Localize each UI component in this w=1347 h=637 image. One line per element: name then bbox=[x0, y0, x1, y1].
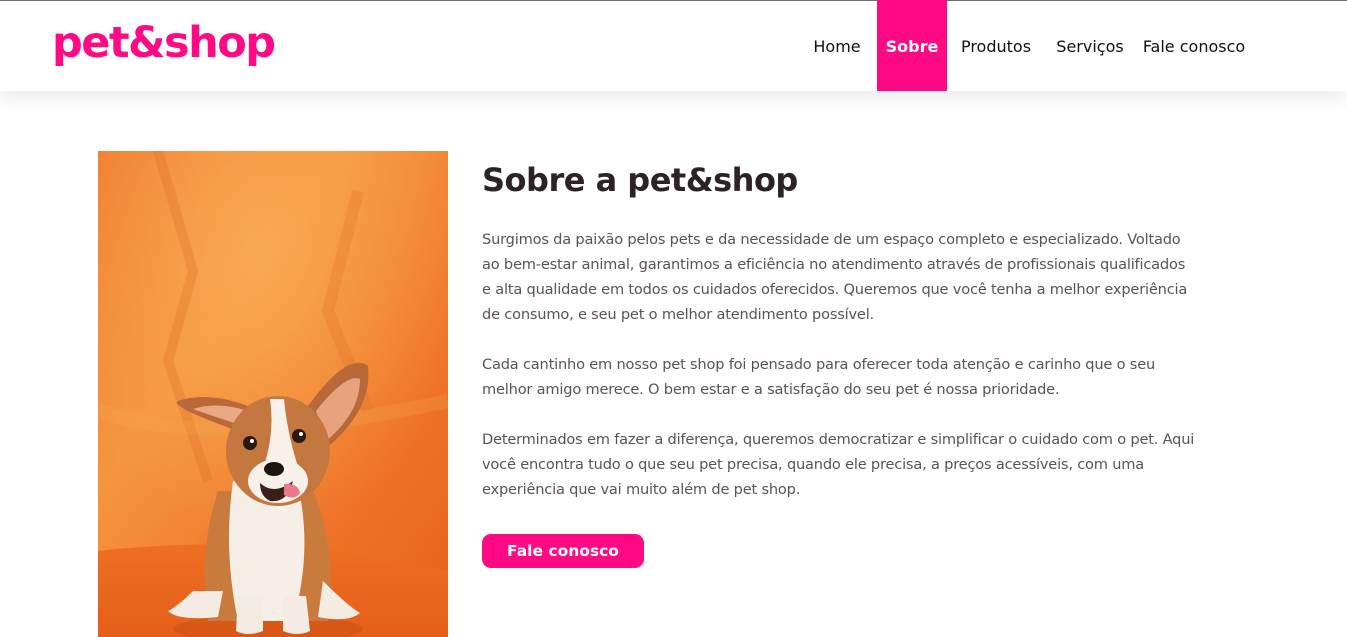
nav-item-home[interactable]: Home bbox=[806, 0, 868, 91]
page: pet&shop Home Sobre Produtos Serviços Fa… bbox=[0, 0, 1347, 637]
nav-item-servicos[interactable]: Serviços bbox=[1050, 0, 1130, 91]
about-title: Sobre a pet&shop bbox=[482, 161, 798, 199]
logo[interactable]: pet&shop bbox=[52, 13, 276, 73]
about-paragraph-2: Cada cantinho em nosso pet shop foi pens… bbox=[482, 356, 1156, 398]
puppy-photo bbox=[98, 151, 448, 637]
about-paragraph-3: Determinados em fazer a diferença, quere… bbox=[482, 431, 1195, 498]
site-header: pet&shop Home Sobre Produtos Serviços Fa… bbox=[0, 0, 1347, 91]
fale-conosco-button[interactable]: Fale conosco bbox=[482, 534, 644, 568]
nav-item-produtos[interactable]: Produtos bbox=[955, 0, 1037, 91]
nav-item-sobre[interactable]: Sobre bbox=[877, 0, 947, 91]
about-paragraph-1: Surgimos da paixão pelos pets e da neces… bbox=[482, 231, 1188, 323]
nav-item-fale-conosco[interactable]: Fale conosco bbox=[1140, 0, 1248, 91]
